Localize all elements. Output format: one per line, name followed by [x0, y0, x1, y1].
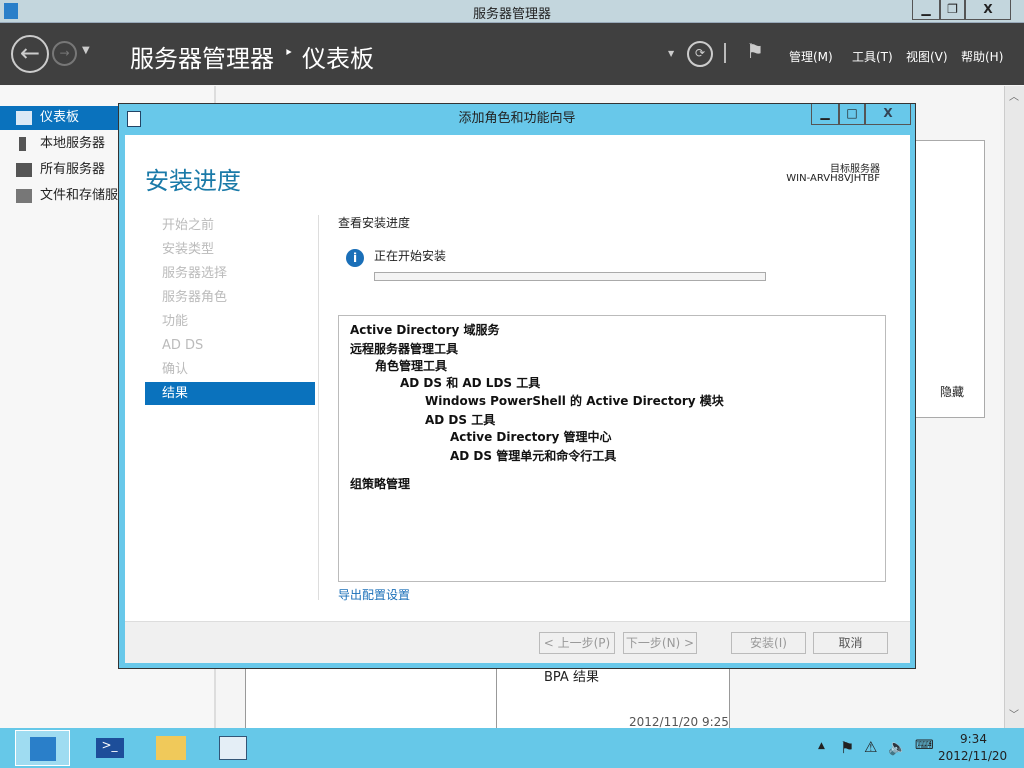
- clock-time[interactable]: 9:34: [960, 732, 987, 746]
- taskbar-powershell[interactable]: >_: [82, 730, 137, 766]
- input-method-icon[interactable]: ⌨: [915, 738, 934, 753]
- nav-divider: [318, 215, 319, 600]
- nav-before-you-begin[interactable]: 开始之前: [145, 214, 315, 237]
- taskbar-explorer[interactable]: [143, 730, 198, 766]
- section-label: 查看安装进度: [338, 216, 411, 230]
- result-item: Active Directory 域服务: [350, 323, 500, 337]
- progress-bar: [374, 272, 766, 281]
- menu-manage[interactable]: 管理(M): [789, 48, 833, 65]
- nav-results[interactable]: 结果: [145, 382, 315, 405]
- refresh-icon[interactable]: ⟳: [687, 41, 713, 67]
- cancel-button[interactable]: 取消: [813, 632, 888, 654]
- folder-icon: [155, 736, 186, 760]
- action-center-icon[interactable]: ⚑: [840, 738, 854, 757]
- window-title: 服务器管理器: [472, 7, 551, 22]
- minimize-button[interactable]: ▁: [912, 0, 940, 20]
- menu-help[interactable]: 帮助(H): [961, 48, 1003, 65]
- bpa-tile: BPA 结果 2012/11/20 9:25: [245, 660, 730, 729]
- nav-server-roles[interactable]: 服务器角色: [145, 286, 315, 309]
- results-list: Active Directory 域服务 远程服务器管理工具角色管理工具 AD DS…: [338, 315, 886, 582]
- show-hidden-icons[interactable]: ▲: [818, 741, 825, 751]
- back-button[interactable]: ←: [11, 35, 49, 73]
- taskbar-server-manager[interactable]: [15, 730, 70, 766]
- breadcrumb-root[interactable]: 服务器管理器: [130, 39, 274, 74]
- control-panel-icon: [218, 736, 247, 760]
- nav-server-selection[interactable]: 服务器选择: [145, 262, 315, 285]
- breadcrumb-current: 仪表板: [302, 45, 374, 73]
- storage-icon: [16, 189, 32, 203]
- servers-icon: [16, 163, 32, 177]
- result-item: AD DS 和 AD LDS 工具: [400, 376, 541, 390]
- result-item: AD DS 工具: [425, 413, 496, 427]
- nav-confirmation[interactable]: 确认: [145, 358, 315, 381]
- flag-icon[interactable]: ⚑: [746, 39, 764, 63]
- scrollbar[interactable]: ︿ ﹀: [1004, 86, 1024, 728]
- dialog-close-button[interactable]: X: [865, 104, 911, 125]
- add-roles-wizard-dialog: 添加角色和功能向导 ▁ □ X 安装进度 目标服务器 WIN-ARVH8VJHT…: [118, 103, 916, 669]
- nav-ad-ds[interactable]: AD DS: [145, 334, 315, 357]
- scroll-up-icon[interactable]: ︿: [1009, 88, 1019, 103]
- result-item: 组策略管理: [350, 477, 411, 491]
- result-item: AD DS 管理单元和命令行工具: [450, 449, 617, 463]
- result-item: 角色管理工具: [375, 359, 448, 373]
- sidebar-item-label: 仪表板: [40, 110, 80, 125]
- sidebar-item-label: 所有服务器: [40, 162, 106, 177]
- network-icon[interactable]: ⚠: [864, 738, 877, 756]
- previous-button[interactable]: < 上一步(P): [539, 632, 615, 654]
- dialog-title: 添加角色和功能向导: [458, 111, 576, 126]
- dialog-body: 安装进度 目标服务器 WIN-ARVH8VJHTBF 开始之前 安装类型 服务器…: [125, 135, 910, 621]
- hide-link[interactable]: 隐藏: [940, 383, 964, 400]
- divider: [724, 43, 726, 63]
- breadcrumb-separator: ‣: [284, 43, 294, 62]
- menu-view[interactable]: 视图(V): [906, 48, 948, 65]
- forward-button[interactable]: →: [52, 41, 77, 66]
- volume-icon[interactable]: 🔈: [888, 738, 907, 756]
- nav-install-type[interactable]: 安装类型: [145, 238, 315, 261]
- notifications-dropdown-icon[interactable]: ▼: [668, 49, 674, 58]
- scroll-down-icon[interactable]: ﹀: [1009, 706, 1019, 721]
- dialog-maximize-button[interactable]: □: [839, 104, 865, 125]
- tile-divider: [496, 660, 497, 728]
- history-dropdown-icon[interactable]: ▼: [82, 45, 90, 56]
- install-button[interactable]: 安装(I): [731, 632, 806, 654]
- status-text: 正在开始安装: [374, 249, 447, 263]
- menu-tools[interactable]: 工具(T): [852, 48, 893, 65]
- result-item: Windows PowerShell 的 Active Directory 模块: [425, 394, 724, 408]
- bpa-timestamp: 2012/11/20 9:25: [629, 715, 729, 729]
- clock-date[interactable]: 2012/11/20: [938, 749, 1007, 763]
- server-icon: [19, 137, 26, 151]
- export-config-link[interactable]: 导出配置设置: [338, 586, 410, 603]
- powershell-icon: >_: [95, 738, 124, 758]
- dialog-footer: < 上一步(P) 下一步(N) > 安装(I) 取消: [125, 621, 910, 663]
- sidebar-item-label: 本地服务器: [40, 136, 106, 151]
- result-item: Active Directory 管理中心: [450, 430, 612, 444]
- next-button[interactable]: 下一步(N) >: [623, 632, 697, 654]
- result-item: 远程服务器管理工具: [350, 342, 459, 356]
- taskbar-control-panel[interactable]: [205, 730, 260, 766]
- page-title: 安装进度: [145, 167, 241, 195]
- background-panel: 隐藏: [905, 140, 985, 418]
- server-manager-icon: [29, 737, 56, 761]
- header: ← → ▼ 服务器管理器 ‣ 仪表板 ▼ ⟳ ⚑ 管理(M) 工具(T) 视图(…: [0, 23, 1024, 85]
- target-server-name: WIN-ARVH8VJHTBF: [786, 173, 880, 184]
- dialog-minimize-button[interactable]: ▁: [811, 104, 839, 125]
- window-titlebar: 服务器管理器 ▁ ❐ X: [0, 0, 1024, 23]
- dashboard-icon: [16, 111, 32, 125]
- restore-button[interactable]: ❐: [940, 0, 965, 20]
- nav-features[interactable]: 功能: [145, 310, 315, 333]
- close-button[interactable]: X: [965, 0, 1011, 20]
- taskbar: >_ ▲ ⚑ ⚠ 🔈 ⌨ 9:34 2012/11/20: [0, 728, 1024, 768]
- info-icon: i: [346, 249, 364, 267]
